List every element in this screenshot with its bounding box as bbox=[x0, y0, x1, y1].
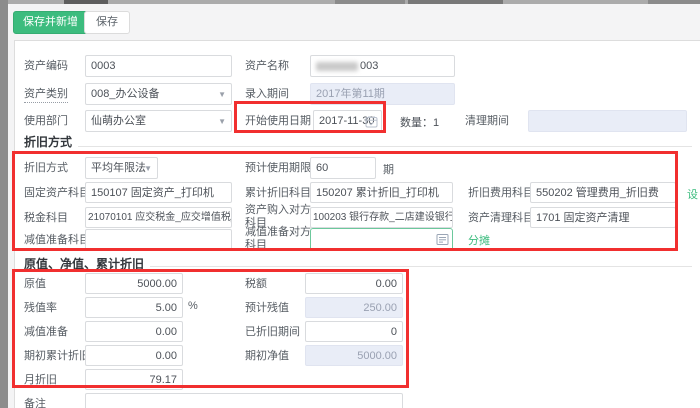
asset-category-label: 资产类别 bbox=[24, 87, 68, 103]
save-button[interactable]: 保存 bbox=[84, 11, 130, 34]
asset-cleanup-account-input[interactable]: 1701 固定资产清理 bbox=[530, 207, 676, 228]
tax-amount-input[interactable]: 0.00 bbox=[305, 273, 403, 294]
accum-depr-account-input[interactable]: 150207 累计折旧_打印机 bbox=[310, 182, 453, 203]
initial-accum-depr-input[interactable]: 0.00 bbox=[85, 345, 183, 366]
top-clipped-cell bbox=[64, 0, 108, 4]
quantity-text: 数量：1 bbox=[400, 114, 439, 130]
original-value-input[interactable]: 5000.00 bbox=[85, 273, 183, 294]
section-divider bbox=[24, 146, 692, 147]
fixed-asset-account-label: 固定资产科目 bbox=[24, 186, 90, 200]
asset-code-input[interactable]: 0003 bbox=[85, 55, 232, 77]
impairment-account-input[interactable] bbox=[85, 229, 232, 250]
expected-life-unit: 期 bbox=[383, 161, 394, 177]
save-and-new-button[interactable]: 保存并新增 bbox=[13, 11, 88, 34]
purchase-opposite-account-input[interactable]: 100203 银行存款_二店建设银行0144 bbox=[310, 207, 453, 228]
top-clipped-cell bbox=[408, 0, 503, 4]
department-select[interactable]: 仙萌办公室▼ bbox=[85, 110, 232, 132]
chevron-down-icon: ▼ bbox=[218, 88, 226, 102]
left-scrollbar-strip[interactable] bbox=[0, 0, 8, 408]
top-clipped-row bbox=[0, 0, 700, 4]
top-clipped-cell bbox=[648, 0, 700, 4]
asset-form-page: 保存并新增 保存 资产编码 0003 资产名称 003 资产类别 008_办公设… bbox=[0, 0, 700, 408]
start-date-input[interactable]: 2017-11-30 bbox=[313, 110, 382, 132]
depreciation-method-label: 折旧方式 bbox=[24, 161, 68, 175]
chevron-down-icon: ▼ bbox=[144, 162, 152, 176]
expected-residual-field: 250.00 bbox=[305, 297, 403, 318]
expected-life-input[interactable]: 60 bbox=[310, 157, 376, 179]
asset-code-label: 资产编码 bbox=[24, 59, 68, 73]
settings-link[interactable]: 设 bbox=[687, 186, 698, 202]
calendar-icon[interactable] bbox=[365, 115, 378, 132]
top-clipped-cell bbox=[335, 0, 405, 4]
impairment-reserve-label: 减值准备 bbox=[24, 325, 68, 339]
asset-cleanup-account-label: 资产清理科目 bbox=[468, 211, 534, 225]
depreciation-section-title: 折旧方式 bbox=[24, 133, 78, 150]
impairment-account-label: 减值准备科目 bbox=[24, 233, 90, 247]
original-value-label: 原值 bbox=[24, 277, 46, 291]
monthly-depr-label: 月折旧 bbox=[24, 373, 57, 387]
tax-account-label: 税金科目 bbox=[24, 211, 68, 225]
start-date-label: 开始使用日期 bbox=[245, 114, 311, 128]
accum-depr-account-label: 累计折旧科目 bbox=[245, 186, 311, 200]
impairment-opposite-account-input[interactable] bbox=[310, 228, 453, 251]
residual-rate-label: 残值率 bbox=[24, 301, 57, 315]
department-label: 使用部门 bbox=[24, 114, 68, 128]
chevron-down-icon: ▼ bbox=[218, 115, 226, 129]
entry-period-label: 录入期间 bbox=[245, 87, 289, 101]
cleanup-period-label: 清理期间 bbox=[465, 114, 509, 128]
tax-amount-label: 税额 bbox=[245, 277, 267, 291]
redacted-text bbox=[316, 62, 358, 71]
depreciated-periods-input[interactable]: 0 bbox=[305, 321, 403, 342]
remark-label: 备注 bbox=[24, 397, 46, 408]
asset-category-select[interactable]: 008_办公设备▼ bbox=[85, 83, 232, 105]
cleanup-period-field bbox=[528, 110, 687, 132]
depr-expense-account-input[interactable]: 550202 管理费用_折旧费 bbox=[530, 182, 676, 203]
depreciated-periods-label: 已折旧期间 bbox=[245, 325, 300, 339]
asset-name-label: 资产名称 bbox=[245, 59, 289, 73]
residual-rate-input[interactable]: 5.00 bbox=[85, 297, 183, 318]
fixed-asset-account-input[interactable]: 150107 固定资产_打印机 bbox=[85, 182, 232, 203]
impairment-reserve-input[interactable]: 0.00 bbox=[85, 321, 183, 342]
entry-period-field: 2017年第11期 bbox=[310, 83, 455, 105]
expected-residual-label: 预计残值 bbox=[245, 301, 289, 315]
impairment-opposite-account-label: 减值准备对方科目 bbox=[245, 226, 311, 252]
initial-accum-depr-label: 期初累计折旧 bbox=[24, 349, 90, 363]
value-section-title: 原值、净值、累计折旧 bbox=[24, 255, 150, 272]
initial-net-value-field: 5000.00 bbox=[305, 345, 403, 366]
tax-account-input[interactable]: 21070101 应交税金_应交增值税_进项 bbox=[85, 207, 232, 228]
account-lookup-icon[interactable] bbox=[436, 233, 697, 251]
asset-name-input[interactable]: 003 bbox=[310, 55, 455, 77]
residual-rate-unit: % bbox=[188, 300, 198, 312]
expected-life-label: 预计使用期限 bbox=[245, 161, 311, 175]
depr-expense-account-label: 折旧费用科目 bbox=[468, 186, 534, 200]
initial-net-value-label: 期初净值 bbox=[245, 349, 289, 363]
depreciation-method-select[interactable]: 平均年限法▼ bbox=[85, 157, 158, 179]
monthly-depr-input[interactable]: 79.17 bbox=[85, 369, 183, 390]
remark-input[interactable] bbox=[85, 393, 403, 408]
asset-name-visible: 003 bbox=[360, 60, 378, 72]
